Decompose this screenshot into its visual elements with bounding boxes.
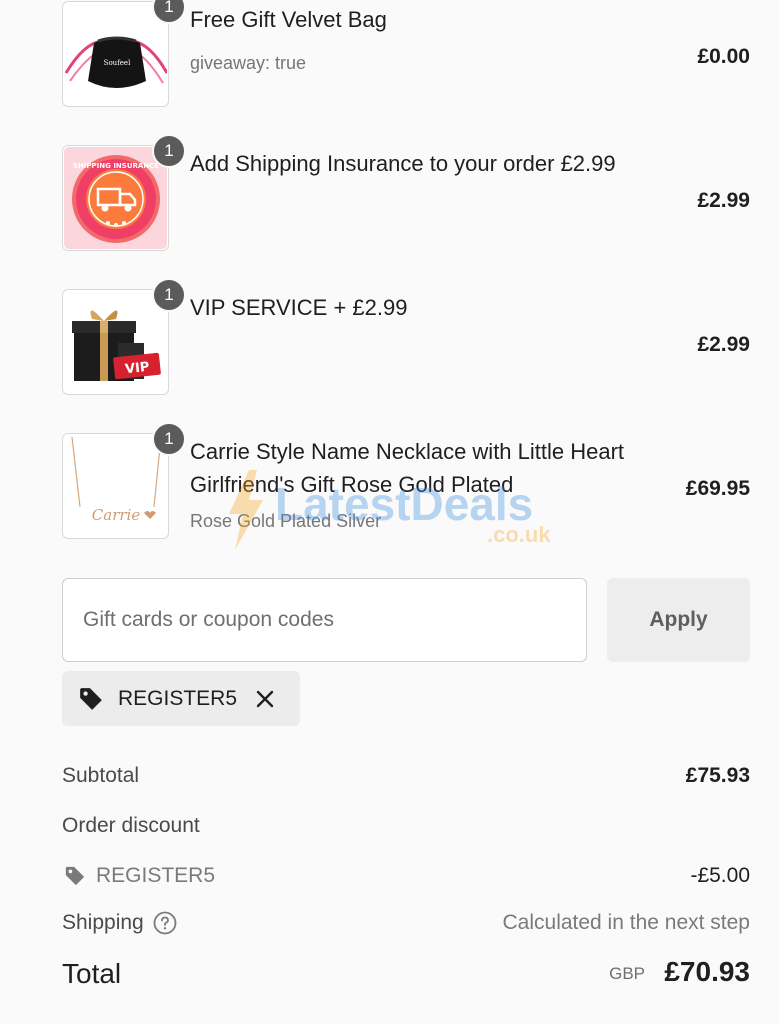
item-subtitle: Rose Gold Plated Silver	[190, 511, 382, 531]
product-thumbnail: SHIPPING INSURANCE 1	[62, 134, 186, 251]
shipping-label: Shipping	[62, 911, 144, 934]
discount-code-row: REGISTER5	[64, 864, 215, 888]
necklace-image: Carrie	[71, 436, 162, 524]
total-label: Total	[62, 958, 122, 989]
item-title: Free Gift Velvet Bag	[190, 7, 387, 32]
remove-discount-button[interactable]	[255, 689, 275, 709]
item-subtitle: giveaway: true	[190, 53, 307, 73]
product-thumbnail: Soufeel 1	[62, 0, 186, 107]
item-title: Add Shipping Insurance to your order £2.…	[190, 151, 616, 176]
shipping-value: Calculated in the next step	[502, 911, 751, 934]
svg-text:VIP: VIP	[124, 360, 150, 377]
total-currency: GBP	[609, 964, 645, 983]
line-item-shipping-insurance: SHIPPING INSURANCE 1 Add Shipping Insura…	[62, 134, 750, 253]
subtotal-label: Subtotal	[62, 764, 140, 787]
question-circle-icon	[153, 911, 177, 935]
velvet-bag-image: Soufeel	[64, 36, 167, 88]
item-price: £69.95	[685, 477, 750, 500]
quantity-badge: 1	[152, 278, 186, 312]
product-thumbnail: Carrie 1	[62, 422, 186, 539]
coupon-code-input[interactable]	[62, 578, 587, 662]
shipping-help-button[interactable]	[153, 911, 177, 935]
total-value: £70.93	[664, 956, 750, 987]
product-thumbnail: VIP 1	[62, 278, 186, 395]
discount-value: -£5.00	[690, 864, 750, 887]
shipping-row: Shipping	[62, 911, 177, 935]
svg-text:Carrie: Carrie	[92, 506, 141, 524]
order-discount-label: Order discount	[62, 814, 200, 837]
discount-code-label: REGISTER5	[96, 864, 216, 887]
tag-icon	[80, 687, 102, 710]
applied-discount-chip: REGISTER5	[62, 671, 300, 726]
applied-discount-code: REGISTER5	[118, 686, 238, 710]
checkout-order-summary: Soufeel 1 Free Gift Velvet Bag giveaway:…	[0, 0, 779, 1024]
subtotal-value: £75.93	[685, 764, 750, 787]
svg-text:Soufeel: Soufeel	[104, 59, 131, 67]
close-icon	[256, 690, 274, 707]
quantity-badge: 1	[152, 422, 186, 456]
item-title: Carrie Style Name Necklace with Little H…	[190, 439, 625, 497]
item-price: £2.99	[697, 333, 750, 356]
line-item-velvet-bag: Soufeel 1 Free Gift Velvet Bag giveaway:…	[62, 0, 750, 109]
shipping-insurance-badge-image: SHIPPING INSURANCE	[72, 155, 160, 243]
item-price: £2.99	[697, 189, 750, 212]
vip-gift-box-image: VIP	[72, 310, 161, 381]
item-price: £0.00	[697, 45, 750, 68]
line-item-vip-service: VIP 1 VIP SERVICE + £2.99 £2.99	[62, 278, 750, 397]
quantity-badge: 1	[152, 134, 186, 168]
svg-text:SHIPPING INSURANCE: SHIPPING INSURANCE	[73, 162, 159, 170]
tag-icon	[65, 866, 85, 886]
line-item-name-necklace: Carrie 1 Carrie Style Name Necklace with…	[62, 422, 750, 541]
item-title: VIP SERVICE + £2.99	[190, 295, 408, 320]
apply-coupon-button[interactable]: Apply	[607, 578, 750, 662]
